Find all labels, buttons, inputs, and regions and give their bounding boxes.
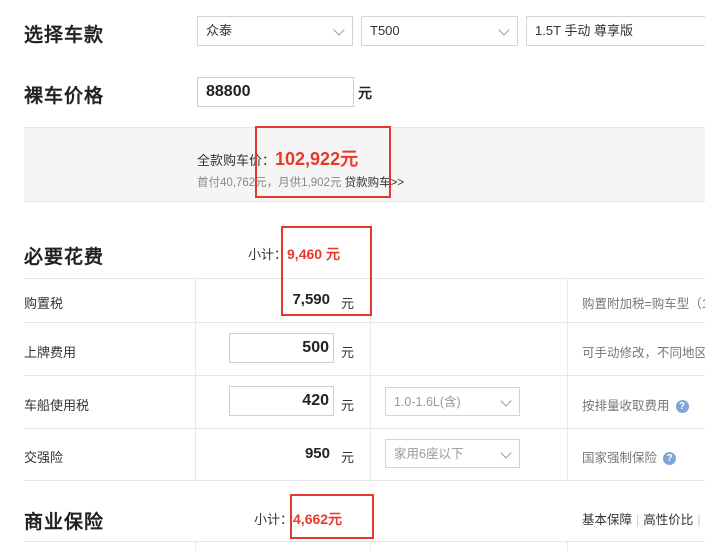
row-label-compulsory-insurance: 交强险: [24, 450, 64, 465]
seat-type-select[interactable]: 家用6座以下: [385, 439, 520, 468]
insurance-plan-tabs: 基本保障|高性价比|新: [582, 509, 705, 528]
bare-price-title: 裸车价格: [24, 86, 105, 107]
help-icon[interactable]: ?: [675, 400, 689, 414]
row-divider: [24, 428, 705, 429]
row-label-vehicle-tax: 车船使用税: [24, 398, 90, 413]
highlight-box-commercial: [290, 494, 374, 539]
row-label-purchase-tax: 购置税: [24, 296, 64, 311]
displacement-select-value: 1.0-1.6L(含): [394, 395, 461, 409]
compulsory-insurance-unit: 元: [341, 450, 355, 465]
vehicle-tax-note-text: 按排量收取费用: [582, 399, 670, 413]
required-costs-title: 必要花费: [24, 247, 105, 268]
compulsory-insurance-note: 国家强制保险?: [582, 447, 677, 466]
row-label-registration-fee: 上牌费用: [24, 345, 77, 360]
trim-select[interactable]: 1.5T 手动 尊享版: [526, 16, 705, 46]
bare-price-unit: 元: [358, 85, 372, 101]
chevron-down-icon: [498, 24, 510, 36]
chevron-down-icon: [500, 395, 512, 407]
vehicle-tax-note: 按排量收取费用?: [582, 395, 689, 414]
brand-select-value: 众泰: [206, 23, 233, 38]
trim-select-value: 1.5T 手动 尊享版: [535, 23, 634, 38]
col-divider: [370, 541, 371, 551]
registration-fee-note: 可手动修改，不同地区: [582, 346, 705, 360]
seat-type-select-value: 家用6座以下: [394, 447, 464, 461]
registration-fee-unit: 元: [341, 345, 355, 360]
highlight-box-required: [281, 226, 372, 316]
row-divider: [24, 541, 705, 542]
displacement-select[interactable]: 1.0-1.6L(含): [385, 387, 520, 416]
brand-select[interactable]: 众泰: [197, 16, 353, 46]
col-divider: [195, 541, 196, 551]
bare-price-value: 88800: [206, 83, 251, 100]
vehicle-tax-input[interactable]: 420: [229, 386, 334, 416]
series-select[interactable]: T500: [361, 16, 518, 46]
vehicle-tax-value: 420: [302, 392, 329, 409]
compulsory-insurance-value: 950: [304, 445, 330, 462]
commercial-insurance-title: 商业保险: [24, 512, 105, 533]
col-divider: [567, 541, 568, 551]
commercial-subtotal-label: 小计：: [254, 512, 294, 527]
registration-fee-value: 500: [302, 339, 329, 356]
help-icon[interactable]: ?: [663, 452, 677, 466]
vehicle-tax-unit: 元: [341, 398, 355, 413]
select-model-title: 选择车款: [24, 25, 105, 46]
purchase-tax-note: 购置附加税=购车型（1: [582, 297, 705, 311]
row-divider: [24, 322, 705, 323]
row-divider: [24, 375, 705, 376]
compulsory-insurance-note-text: 国家强制保险: [582, 451, 658, 465]
tab-basic[interactable]: 基本保障: [582, 513, 632, 527]
highlight-box-full-price: [255, 126, 391, 198]
row-divider: [24, 480, 705, 481]
col-divider: [567, 278, 568, 480]
chevron-down-icon: [333, 24, 345, 36]
col-divider: [195, 278, 196, 480]
bare-price-input[interactable]: 88800: [197, 77, 354, 107]
series-select-value: T500: [370, 23, 400, 38]
registration-fee-input[interactable]: 500: [229, 333, 334, 363]
chevron-down-icon: [500, 447, 512, 459]
tab-value[interactable]: 高性价比: [643, 513, 693, 527]
